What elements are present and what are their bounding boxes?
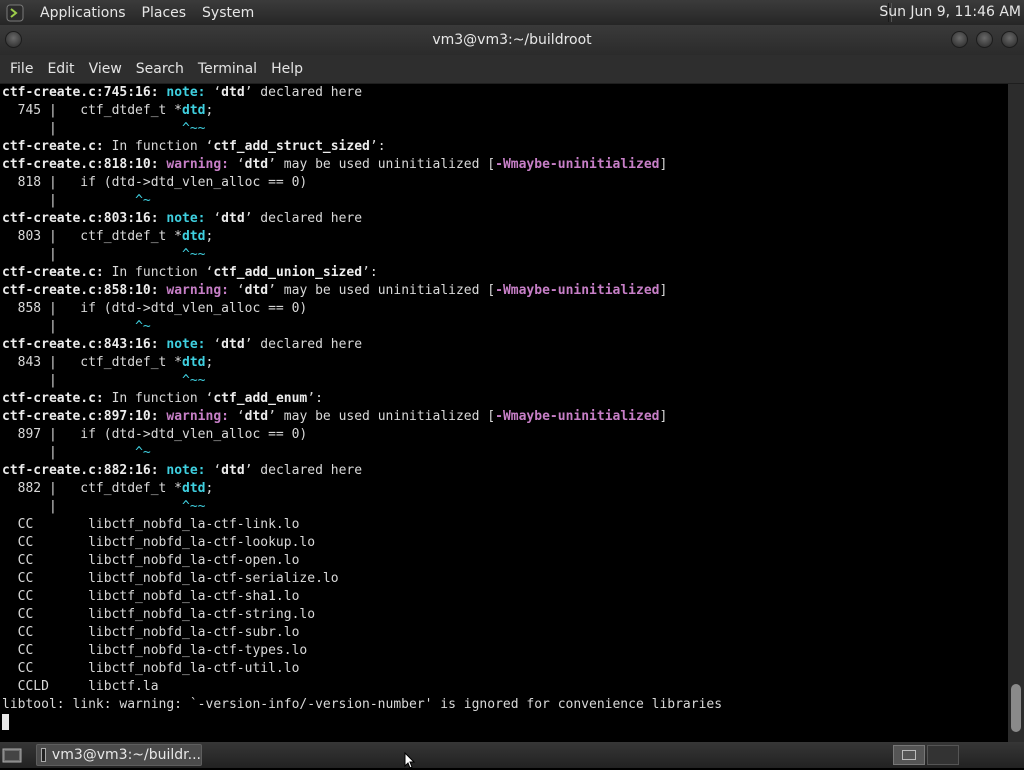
menubar: File Edit View Search Terminal Help (0, 55, 1024, 84)
window-title: vm3@vm3:~/buildroot (432, 32, 592, 48)
workspace-1[interactable] (893, 745, 925, 765)
taskbar-terminal-task[interactable]: vm3@vm3:~/buildr... (36, 744, 202, 766)
distro-logo-icon[interactable] (6, 4, 24, 22)
scrollbar[interactable] (1008, 84, 1024, 742)
menu-view[interactable]: View (89, 61, 122, 77)
window-titlebar[interactable]: vm3@vm3:~/buildroot (0, 25, 1024, 55)
top-panel: Applications Places System Sun Jun 9, 11… (0, 0, 1024, 25)
menu-terminal[interactable]: Terminal (198, 61, 257, 77)
close-button[interactable] (1001, 31, 1018, 48)
workspace-2[interactable] (927, 745, 959, 765)
clock[interactable]: Sun Jun 9, 11:46 AM (879, 0, 1021, 25)
menu-file[interactable]: File (10, 61, 33, 77)
scrollbar-thumb[interactable] (1011, 684, 1021, 732)
minimize-button[interactable] (951, 31, 968, 48)
menu-help[interactable]: Help (271, 61, 303, 77)
bottom-panel: vm3@vm3:~/buildr... (0, 742, 1024, 768)
menu-edit[interactable]: Edit (47, 61, 74, 77)
places-menu[interactable]: Places (142, 5, 187, 21)
applications-menu[interactable]: Applications (40, 5, 126, 21)
maximize-button[interactable] (976, 31, 993, 48)
terminal-icon (41, 748, 46, 762)
terminal-cursor (2, 714, 9, 730)
show-desktop-icon[interactable] (2, 746, 22, 764)
task-label: vm3@vm3:~/buildr... (51, 747, 201, 763)
system-menu[interactable]: System (202, 5, 254, 21)
mouse-pointer-icon (404, 752, 416, 769)
menu-search[interactable]: Search (136, 61, 184, 77)
terminal-output[interactable]: ctf-create.c:745:16: note: ‘dtd’ declare… (0, 84, 1008, 742)
terminal-text: ctf-create.c:745:16: note: ‘dtd’ declare… (0, 84, 1008, 733)
